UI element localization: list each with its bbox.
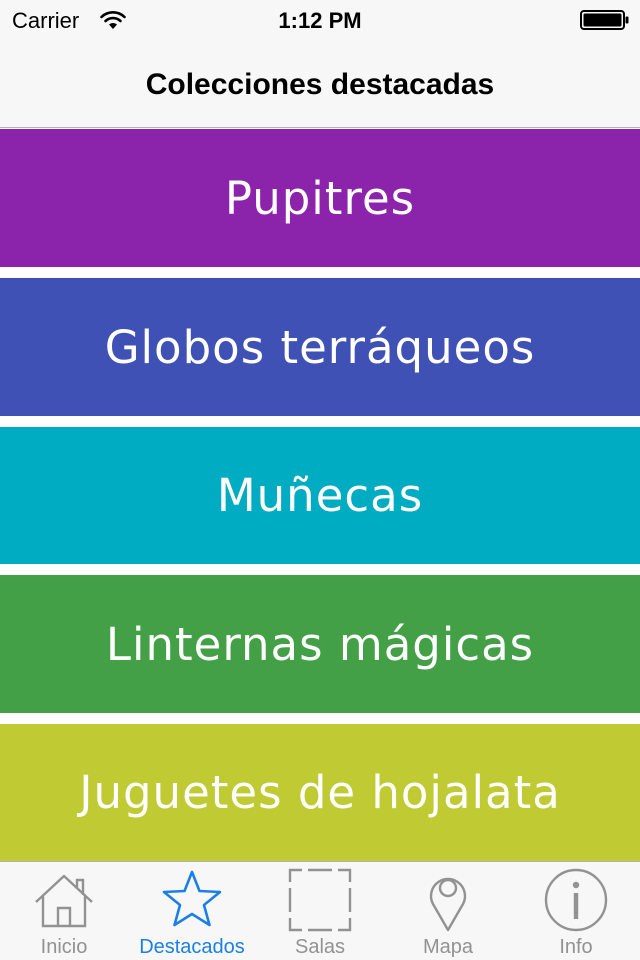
star-icon [162, 870, 222, 927]
collection-tile-pupitres[interactable]: Pupitres [0, 129, 640, 267]
tab-mapa[interactable]: Mapa [384, 862, 512, 960]
tab-label: Mapa [422, 936, 474, 958]
collection-tile-globos-terraqueos[interactable]: Globos terráqueos [0, 278, 640, 416]
tab-label: Destacados [139, 936, 245, 958]
tab-inicio[interactable]: Inicio [0, 862, 128, 960]
collection-tile-label: Juguetes de hojalata [79, 766, 561, 819]
tab-info[interactable]: Info [512, 862, 640, 960]
collection-tile-linternas-magicas[interactable]: Linternas mágicas [0, 575, 640, 713]
collection-tile-label: Pupitres [224, 171, 416, 225]
collection-tile-juguetes-de-hojalata[interactable]: Juguetes de hojalata [0, 724, 640, 861]
rooms-icon [288, 868, 352, 932]
navigation-bar: Colecciones destacadas [0, 40, 640, 128]
collection-tile-label: Linternas mágicas [105, 617, 535, 671]
tab-destacados[interactable]: Destacados [128, 862, 256, 960]
battery-icon [580, 10, 629, 30]
app-screen: Carrier 1:12 PM Colecciones destacadas P… [0, 0, 640, 960]
tab-bar: Inicio Destacados Salas Mapa Info [0, 861, 640, 960]
info-icon [544, 868, 608, 932]
clock: 1:12 PM [278, 8, 362, 33]
tab-label: Salas [294, 936, 346, 958]
page-title: Colecciones destacadas [145, 68, 495, 101]
tab-label: Info [559, 936, 593, 958]
collection-tile-label: Muñecas [216, 469, 424, 522]
tab-label: Inicio [40, 936, 88, 958]
home-icon [35, 874, 93, 928]
collection-tile-label: Globos terráqueos [104, 320, 536, 374]
map-pin-icon [429, 877, 467, 932]
collection-tile-munecas[interactable]: Muñecas [0, 427, 640, 564]
tab-salas[interactable]: Salas [256, 862, 384, 960]
status-bar: Carrier 1:12 PM [0, 0, 640, 40]
